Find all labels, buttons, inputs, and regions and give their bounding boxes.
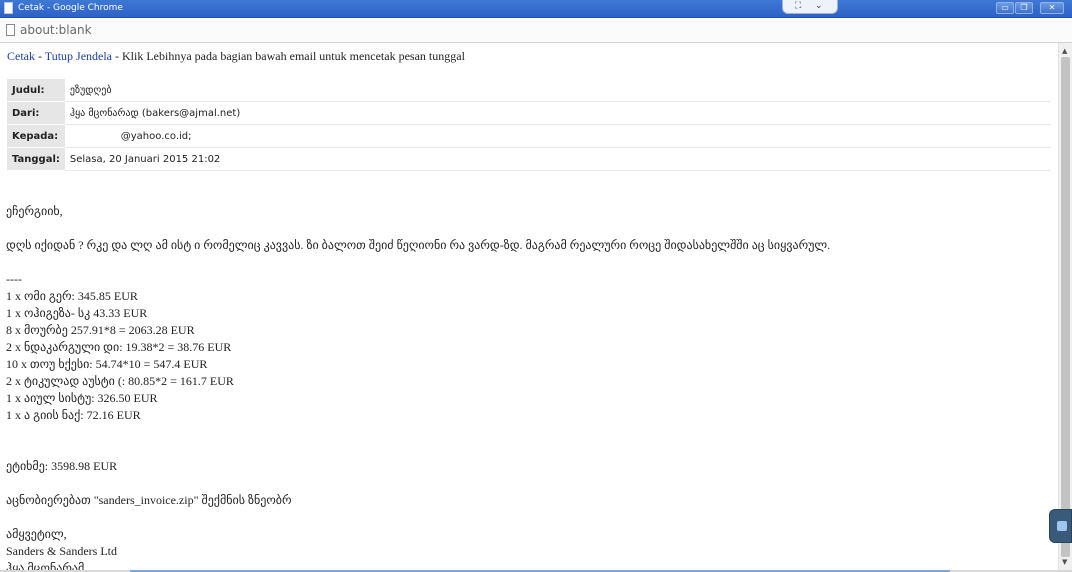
scrollbar-thumb[interactable] [1061,57,1070,557]
from-value: ჰყა მცონარად (bakers@ajmal.net) [64,101,1051,125]
subject-value: ეზუდღებ [64,79,1051,102]
widget-icon [1057,521,1067,531]
invoice-total: ეტიხმე: 3598.98 EUR [6,459,118,473]
to-label: Kepada: [7,124,65,148]
email-body: ეჩერგიიხ, დღს იქიდან ? რკე და ლღ ამ ისტ … [6,203,830,570]
invoice-item: 10 x თოუ ხქესი: 54.74*10 = 547.4 EUR [6,357,208,371]
from-label: Dari: [7,101,65,125]
close-window-link[interactable]: Tutup Jendela [45,49,112,63]
company-name: Sanders & Sanders Ltd [6,544,117,558]
expand-icon[interactable]: ⛶ [795,1,801,12]
document-icon [4,2,13,14]
closing-line: ამყვეტილ, [6,527,67,541]
link-separator: - [35,49,45,63]
greeting: ეჩერგიიხ, [6,204,63,218]
date-label: Tanggal: [7,147,65,171]
scroll-down-icon[interactable]: ▼ [1062,558,1067,566]
date-value: Selasa, 20 Januari 2015 21:02 [64,147,1051,171]
window-title-bar: Cetak - Google Chrome ⛶ ⌄ ▭ ❐ ✕ [0,0,1072,18]
link-separator: - [112,49,123,63]
print-links: Cetak - Tutup Jendela - Klik Lebihnya pa… [7,49,465,63]
invoice-item: 8 x მოურბე 257.91*8 = 2063.28 EUR [6,323,195,337]
window-title: Cetak - Google Chrome [18,3,123,13]
vertical-scrollbar[interactable]: ▲ ▼ [1058,43,1072,570]
maximize-button[interactable]: ❐ [1015,2,1033,14]
subject-row: Judul: ეზუდღებ [7,79,1051,102]
intro-paragraph: დღს იქიდან ? რკე და ლღ ამ ისტ ი რომელიც … [6,238,831,252]
chevron-down-icon[interactable]: ⌄ [815,1,823,12]
tab-tools[interactable]: ⛶ ⌄ [782,0,838,14]
floating-widget-button[interactable] [1049,509,1072,543]
separator-line: ---- [6,272,22,286]
print-view: Cetak - Tutup Jendela - Klik Lebihnya pa… [0,43,1058,570]
invoice-item: 1 x აიულ სისტუ: 326.50 EUR [6,391,158,405]
close-button[interactable]: ✕ [1040,2,1064,14]
to-row: Kepada: @yahoo.co.id; [7,124,1051,148]
sender-name: ჰყა მცონარამ [6,561,85,570]
invoice-item: 2 x ტიკულად აუსტი (: 80.85*2 = 161.7 EUR [6,374,234,388]
attachment-note: აცნობიერებათ "sanders_invoice.zip" შექმნ… [6,493,292,507]
invoice-item: 1 x ოჰიგეზა- სკ 43.33 EUR [6,306,148,320]
invoice-item: 2 x ნდაკარგული დი: 19.38*2 = 38.76 EUR [6,340,232,354]
address-bar[interactable]: about:blank [0,18,1072,43]
invoice-item: 1 x ა გიის ნაქ: 72.16 EUR [6,408,141,422]
email-header-table: Judul: ეზუდღებ Dari: ჰყა მცონარად (baker… [7,79,1051,171]
page-icon [6,24,15,36]
minimize-button[interactable]: ▭ [996,2,1014,14]
to-value: @yahoo.co.id; [64,124,1051,148]
invoice-item: 1 x ომი გერ: 345.85 EUR [6,289,138,303]
print-link[interactable]: Cetak [7,49,35,63]
date-row: Tanggal: Selasa, 20 Januari 2015 21:02 [7,147,1051,171]
url-text[interactable]: about:blank [20,22,92,38]
scroll-up-icon[interactable]: ▲ [1062,47,1067,55]
from-row: Dari: ჰყა მცონარად (bakers@ajmal.net) [7,101,1051,125]
print-hint: Klik Lebihnya pada bagian bawah email un… [122,49,465,63]
subject-label: Judul: [7,79,65,102]
